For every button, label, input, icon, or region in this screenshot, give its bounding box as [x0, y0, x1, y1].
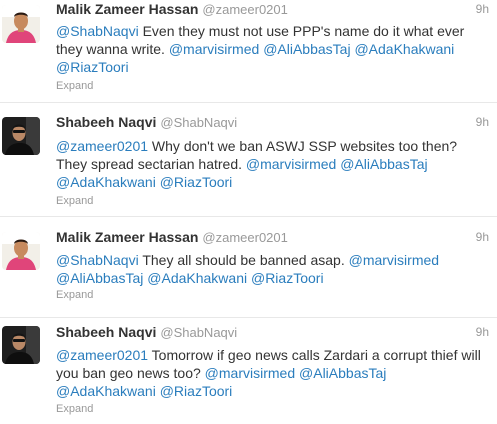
author-screen-name[interactable]: @ShabNaqvi [160, 115, 237, 130]
expand-link[interactable]: Expand [56, 289, 93, 301]
tweet-text: @zameer0201 Why don't we ban ASWJ SSP we… [56, 137, 485, 191]
user-avatar-pink-shirt-icon [2, 5, 40, 43]
tweet-header: Shabeeh Naqvi @ShabNaqvi 9h [56, 114, 489, 132]
avatar[interactable] [2, 232, 40, 270]
avatar[interactable] [2, 326, 40, 364]
tweet-timeline: Malik Zameer Hassan @zameer0201 9h @ShabN… [0, 0, 497, 424]
tweet-header: Shabeeh Naqvi @ShabNaqvi 9h [56, 324, 489, 342]
expand-link[interactable]: Expand [56, 195, 93, 207]
mention-link[interactable]: @AliAbbasTaj [299, 365, 386, 381]
mention-link[interactable]: @AliAbbasTaj [340, 156, 427, 172]
expand-link[interactable]: Expand [56, 403, 93, 415]
author-fullname[interactable]: Shabeeh Naqvi [56, 114, 156, 130]
tweet-timestamp[interactable]: 9h [476, 230, 489, 244]
mention-link[interactable]: @zameer0201 [56, 138, 148, 154]
mention-link[interactable]: @RiazToori [251, 270, 324, 286]
mention-link[interactable]: @RiazToori [56, 59, 129, 75]
author-fullname[interactable]: Shabeeh Naqvi [56, 324, 156, 340]
mention-link[interactable]: @ShabNaqvi [56, 23, 139, 39]
author-fullname[interactable]: Malik Zameer Hassan [56, 1, 198, 17]
mention-link[interactable]: @ShabNaqvi [56, 252, 139, 268]
tweet-body: They all should be banned asap. [138, 252, 349, 268]
tweet-text: @ShabNaqvi Even they must not use PPP's … [56, 22, 485, 76]
tweet-text: @ShabNaqvi They all should be banned asa… [56, 251, 485, 287]
author-screen-name[interactable]: @zameer0201 [202, 230, 287, 245]
mention-link[interactable]: @zameer0201 [56, 347, 148, 363]
author-screen-name[interactable]: @zameer0201 [202, 2, 287, 17]
expand-link[interactable]: Expand [56, 80, 93, 92]
tweet-timestamp[interactable]: 9h [476, 2, 489, 16]
mention-link[interactable]: @AdaKhakwani [56, 383, 156, 399]
mention-link[interactable]: @marvisirmed [349, 252, 439, 268]
mention-link[interactable]: @AdaKhakwani [56, 174, 156, 190]
mention-link[interactable]: @AdaKhakwani [354, 41, 454, 57]
mention-link[interactable]: @marvisirmed [169, 41, 259, 57]
author-fullname[interactable]: Malik Zameer Hassan [56, 229, 198, 245]
mention-link[interactable]: @AdaKhakwani [147, 270, 247, 286]
tweet[interactable]: Shabeeh Naqvi @ShabNaqvi 9h @zameer0201 W… [0, 103, 497, 217]
user-avatar-dark-photo-icon [2, 117, 40, 155]
tweet-header: Malik Zameer Hassan @zameer0201 9h [56, 229, 489, 247]
tweet-timestamp[interactable]: 9h [476, 325, 489, 339]
tweet-header: Malik Zameer Hassan @zameer0201 9h [56, 1, 489, 19]
user-avatar-pink-shirt-icon [2, 232, 40, 270]
tweet[interactable]: Malik Zameer Hassan @zameer0201 9h @ShabN… [0, 0, 497, 103]
mention-link[interactable]: @AliAbbasTaj [263, 41, 350, 57]
avatar[interactable] [2, 117, 40, 155]
mention-link[interactable]: @marvisirmed [205, 365, 295, 381]
mention-link[interactable]: @marvisirmed [246, 156, 336, 172]
author-screen-name[interactable]: @ShabNaqvi [160, 325, 237, 340]
mention-link[interactable]: @AliAbbasTaj [56, 270, 143, 286]
mention-link[interactable]: @RiazToori [160, 383, 233, 399]
mention-link[interactable]: @RiazToori [160, 174, 233, 190]
user-avatar-dark-photo-icon [2, 326, 40, 364]
tweet[interactable]: Shabeeh Naqvi @ShabNaqvi 9h @zameer0201 T… [0, 318, 497, 424]
tweet[interactable]: Malik Zameer Hassan @zameer0201 9h @ShabN… [0, 217, 497, 318]
tweet-timestamp[interactable]: 9h [476, 115, 489, 129]
tweet-text: @zameer0201 Tomorrow if geo news calls Z… [56, 346, 485, 400]
avatar[interactable] [2, 5, 40, 43]
